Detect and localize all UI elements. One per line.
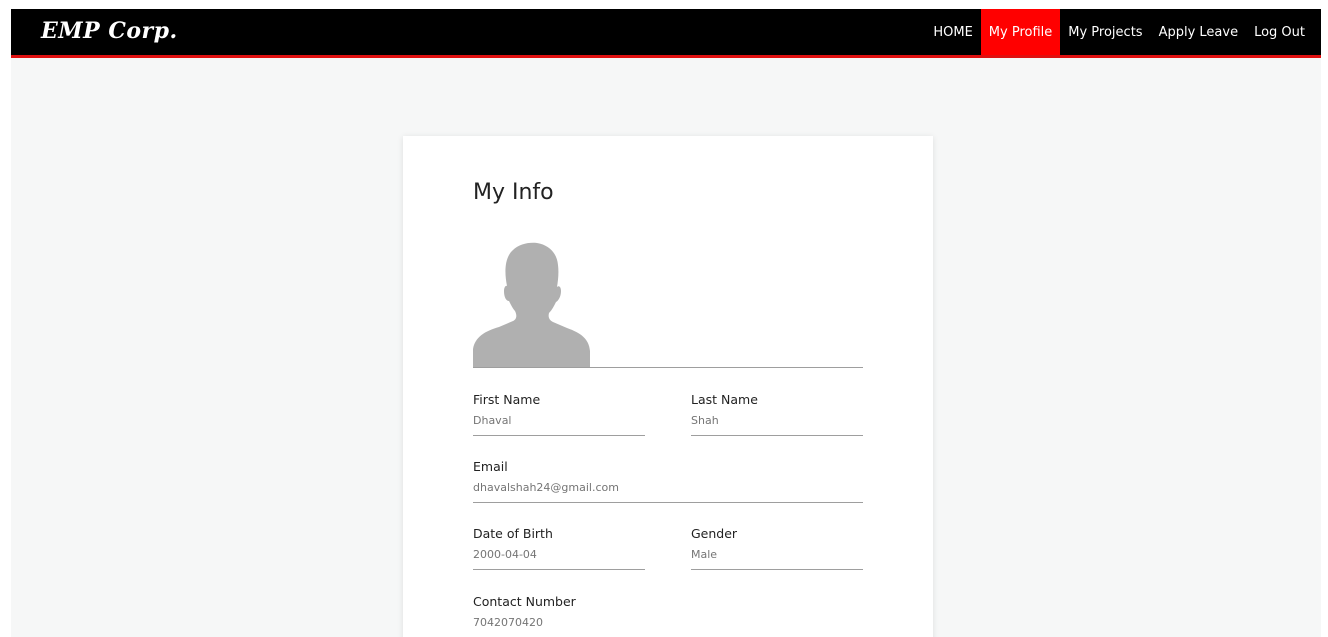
nav-menu: HOME My Profile My Projects Apply Leave … [925,9,1321,55]
nav-item-home[interactable]: HOME [925,9,980,55]
email-label: Email [473,459,508,474]
nav-item-apply-leave[interactable]: Apply Leave [1151,9,1247,55]
brand-logo[interactable]: EMP Corp. [41,18,178,44]
email-value: dhavalshah24@gmail.com [473,481,619,494]
nav-item-my-profile[interactable]: My Profile [980,9,1061,55]
profile-card: My Info First Name Dhaval Last Name Shah… [403,136,933,637]
navbar: EMP Corp. HOME My Profile My Projects Ap… [11,9,1321,58]
gender-label: Gender [691,526,738,541]
first-name-value: Dhaval [473,414,512,427]
email-field[interactable]: Email dhavalshah24@gmail.com [473,459,863,503]
nav-item-my-projects[interactable]: My Projects [1060,9,1150,55]
page-background: EMP Corp. HOME My Profile My Projects Ap… [11,9,1321,637]
last-name-field[interactable]: Last Name Shah [691,392,863,436]
first-name-field[interactable]: First Name Dhaval [473,392,645,436]
date-of-birth-value: 2000-04-04 [473,548,537,561]
date-of-birth-label: Date of Birth [473,526,553,541]
user-silhouette-icon [473,239,591,367]
gender-value: Male [691,548,718,561]
last-name-value: Shah [691,414,719,427]
contact-number-label: Contact Number [473,594,576,609]
nav-item-log-out[interactable]: Log Out [1246,9,1321,55]
first-name-label: First Name [473,392,541,407]
last-name-label: Last Name [691,392,758,407]
contact-number-value: 7042070420 [473,616,543,629]
gender-field[interactable]: Gender Male [691,526,863,570]
date-of-birth-field[interactable]: Date of Birth 2000-04-04 [473,526,645,570]
page-title: My Info [473,180,554,205]
contact-number-field[interactable]: Contact Number 7042070420 [473,594,863,637]
avatar-divider [473,367,863,368]
